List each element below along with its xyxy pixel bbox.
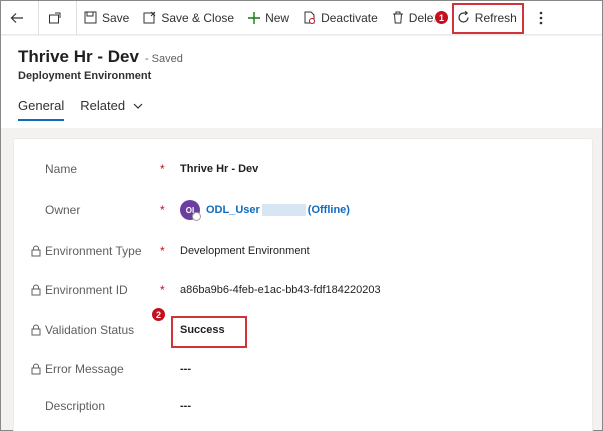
- deactivate-button[interactable]: Deactivate: [296, 1, 385, 35]
- field-label: Description: [45, 399, 106, 413]
- save-close-label: Save & Close: [161, 10, 235, 25]
- field-row-environment-type: Environment Type * Development Environme…: [14, 236, 594, 266]
- validation-status-value: Success: [180, 324, 225, 336]
- environment-id-value: a86ba9b6-4feb-e1ac-bb43-fdf184220203: [180, 284, 381, 296]
- more-icon: [539, 11, 543, 24]
- save-status: - Saved: [144, 53, 183, 65]
- more-commands-button[interactable]: [532, 1, 555, 35]
- lock-icon: [31, 324, 41, 336]
- new-label: New: [265, 10, 290, 25]
- avatar: OI: [180, 200, 201, 221]
- lock-icon: [31, 363, 41, 375]
- page-title: Thrive Hr - Dev: [18, 47, 139, 66]
- general-section: Name * Thrive Hr - Dev Owner * OI ODL_Us…: [13, 138, 593, 431]
- tab-general-label: General: [18, 98, 65, 113]
- tab-general[interactable]: General: [18, 98, 65, 121]
- refresh-icon: [458, 11, 469, 23]
- field-row-owner: Owner * OI ODL_User (Offline): [14, 195, 594, 225]
- field-row-error-message: Error Message ---: [14, 354, 594, 384]
- field-label: Owner: [45, 203, 81, 217]
- error-message-value: ---: [180, 363, 191, 375]
- field-label: Validation Status: [45, 323, 135, 337]
- required-marker: *: [160, 203, 165, 217]
- save-close-icon: [143, 11, 156, 24]
- delete-label: Delet: [408, 10, 437, 25]
- field-label: Environment Type: [45, 244, 142, 258]
- back-button[interactable]: [1, 1, 38, 35]
- field-row-validation-status: Validation Status Success: [14, 315, 594, 345]
- callout-badge-2: 2: [151, 307, 166, 322]
- back-arrow-icon: [10, 12, 23, 23]
- save-icon: [84, 11, 97, 24]
- environment-type-value: Development Environment: [180, 245, 310, 257]
- save-label: Save: [102, 10, 130, 25]
- popout-button[interactable]: [39, 1, 76, 35]
- field-label: Error Message: [45, 362, 124, 376]
- deactivate-label: Deactivate: [321, 10, 378, 25]
- plus-icon: [248, 11, 261, 24]
- lock-icon: [31, 245, 41, 257]
- field-label: Environment ID: [45, 283, 128, 297]
- redacted-block: [261, 204, 306, 217]
- owner-status: (Offline): [307, 203, 350, 216]
- lock-icon: [31, 284, 41, 296]
- save-close-button[interactable]: Save & Close: [136, 1, 241, 35]
- deactivate-icon: [304, 11, 316, 24]
- required-marker: *: [160, 244, 165, 258]
- field-row-name: Name * Thrive Hr - Dev: [14, 154, 594, 184]
- owner-link[interactable]: ODL_User (Offline): [206, 203, 350, 217]
- owner-lookup[interactable]: OI ODL_User (Offline): [180, 200, 350, 221]
- refresh-button[interactable]: Refresh: [450, 1, 524, 35]
- description-field[interactable]: ---: [180, 400, 191, 412]
- record-header: Thrive Hr - Dev - Saved Deployment Envir…: [1, 36, 602, 128]
- command-bar: Save Save & Close New Deactivate Delet R…: [1, 0, 602, 35]
- save-button[interactable]: Save: [77, 1, 136, 35]
- required-marker: *: [160, 283, 165, 297]
- entity-name: Deployment Environment: [18, 70, 152, 82]
- trash-icon: [392, 11, 403, 24]
- field-row-description: Description ---: [14, 391, 594, 421]
- name-field[interactable]: Thrive Hr - Dev: [180, 163, 258, 175]
- tab-related-label: Related: [80, 98, 126, 113]
- tab-list: General Related: [18, 98, 159, 121]
- owner-name: ODL_User: [206, 203, 260, 216]
- field-label: Name: [45, 162, 78, 176]
- chevron-down-icon: [133, 103, 143, 109]
- tab-related[interactable]: Related: [80, 98, 143, 121]
- refresh-label: Refresh: [474, 10, 517, 25]
- field-row-environment-id: Environment ID * a86ba9b6-4feb-e1ac-bb43…: [14, 275, 594, 305]
- new-button[interactable]: New: [241, 1, 296, 35]
- required-marker: *: [160, 162, 165, 176]
- callout-badge-1: 1: [434, 10, 449, 25]
- popout-icon: [49, 12, 61, 23]
